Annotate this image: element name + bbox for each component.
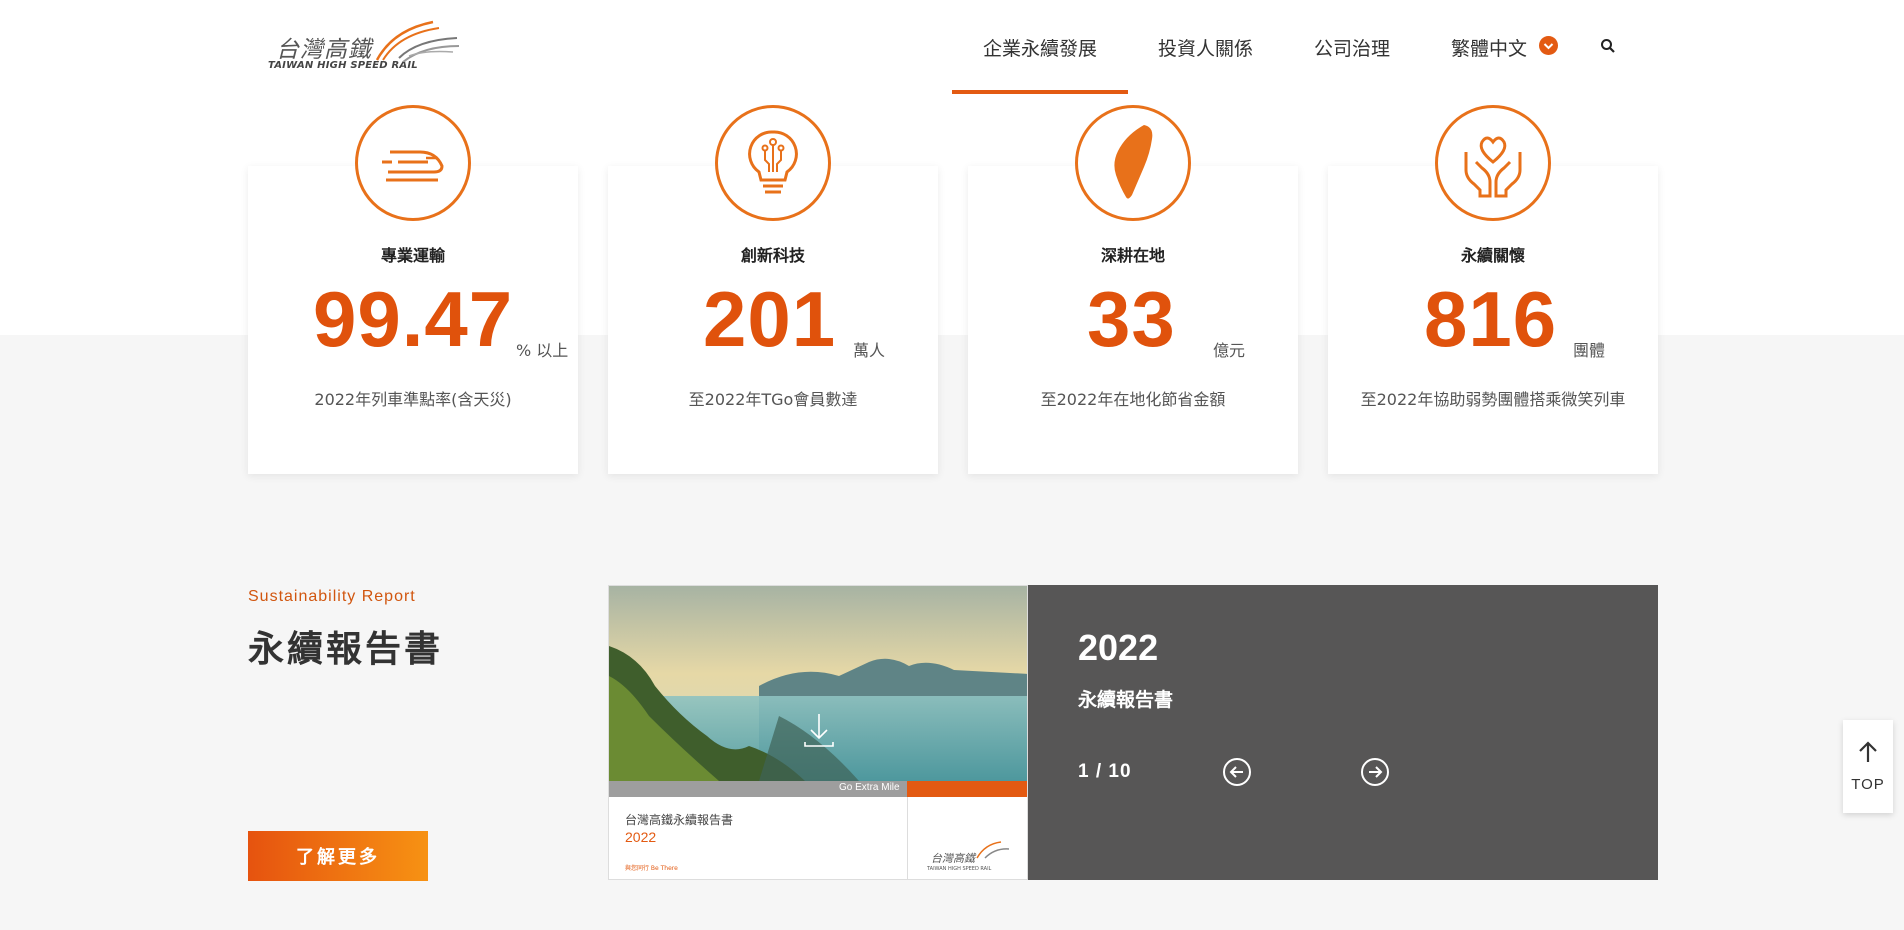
stat-unit: 團體 xyxy=(1573,341,1606,360)
landscape-illustration xyxy=(609,586,1027,879)
site-header: 台灣高鐵 TAIWAN HIGH SPEED RAIL 企業永續發展 投資人關係… xyxy=(0,0,1904,95)
stat-value: 99.47 xyxy=(313,275,514,363)
cover-footer-note: 與您同行 Be There xyxy=(625,865,678,872)
logo-wing-icon xyxy=(375,20,459,62)
cover-logo-wing-icon xyxy=(976,841,1010,859)
section-label-en: Sustainability Report xyxy=(248,588,416,605)
arrow-up-icon xyxy=(1859,741,1877,762)
stat-unit: 萬人 xyxy=(853,341,886,360)
report-cover-image[interactable]: Go Extra Mile 台灣高鐵永續報告書 2022 與您同行 Be The… xyxy=(608,585,1028,880)
chevron-down-icon[interactable] xyxy=(1539,36,1558,55)
stat-description: 至2022年TGo會員數達 xyxy=(688,390,858,409)
stat-description: 2022年列車準點率(含天災) xyxy=(314,390,512,409)
stat-value: 33 xyxy=(1087,275,1176,363)
stat-value: 816 xyxy=(1424,275,1558,363)
back-to-top-label: TOP xyxy=(1851,776,1885,793)
stat-title: 深耕在地 xyxy=(1100,246,1165,265)
learn-more-button[interactable]: 了解更多 xyxy=(248,831,428,881)
logo-text-cn: 台灣高鐵 xyxy=(276,37,372,63)
cover-book-year: 2022 xyxy=(625,829,657,845)
nav-sustainability[interactable]: 企業永續發展 xyxy=(983,34,1097,61)
nav-corporate-governance[interactable]: 公司治理 xyxy=(1314,34,1390,61)
cover-tagline: Go Extra Mile xyxy=(839,782,900,793)
stat-unit: 億元 xyxy=(1213,341,1246,360)
train-icon xyxy=(355,105,471,221)
site-logo[interactable]: 台灣高鐵 TAIWAN HIGH SPEED RAIL xyxy=(268,16,459,76)
slide-pagination: 1 / 10 xyxy=(1078,761,1132,782)
arrow-right-circle-icon[interactable] xyxy=(1360,757,1390,787)
stat-description: 至2022年協助弱勢團體搭乘微笑列車 xyxy=(1360,390,1626,409)
cover-book-title: 台灣高鐵永續報告書 xyxy=(625,813,734,827)
search-icon[interactable] xyxy=(1600,38,1616,58)
arrow-left-circle-icon[interactable] xyxy=(1222,757,1252,787)
section-title: 永續報告書 xyxy=(248,629,444,670)
lightbulb-icon xyxy=(715,105,831,221)
stat-unit: % 以上 xyxy=(516,341,569,360)
stat-title: 專業運輸 xyxy=(380,246,445,265)
cover-logo-cn: 台灣高鐵 xyxy=(931,852,975,865)
report-year: 2022 xyxy=(1078,627,1159,668)
stat-title: 創新科技 xyxy=(740,246,805,265)
back-to-top-button[interactable]: TOP xyxy=(1843,720,1893,813)
nav-language[interactable]: 繁體中文 xyxy=(1451,34,1527,61)
report-subtitle: 永續報告書 xyxy=(1078,689,1174,711)
heart-hands-icon xyxy=(1435,105,1551,221)
stat-description: 至2022年在地化節省金額 xyxy=(1040,390,1226,409)
stat-title: 永續關懷 xyxy=(1460,246,1525,265)
report-info-panel: 2022 永續報告書 1 / 10 xyxy=(1028,585,1658,880)
nav-investor-relations[interactable]: 投資人關係 xyxy=(1158,34,1253,61)
stat-value: 201 xyxy=(703,275,837,363)
nav-active-indicator xyxy=(952,90,1128,94)
cover-logo-en: TAIWAN HIGH SPEED RAIL xyxy=(927,866,992,872)
taiwan-map-icon xyxy=(1075,105,1191,221)
